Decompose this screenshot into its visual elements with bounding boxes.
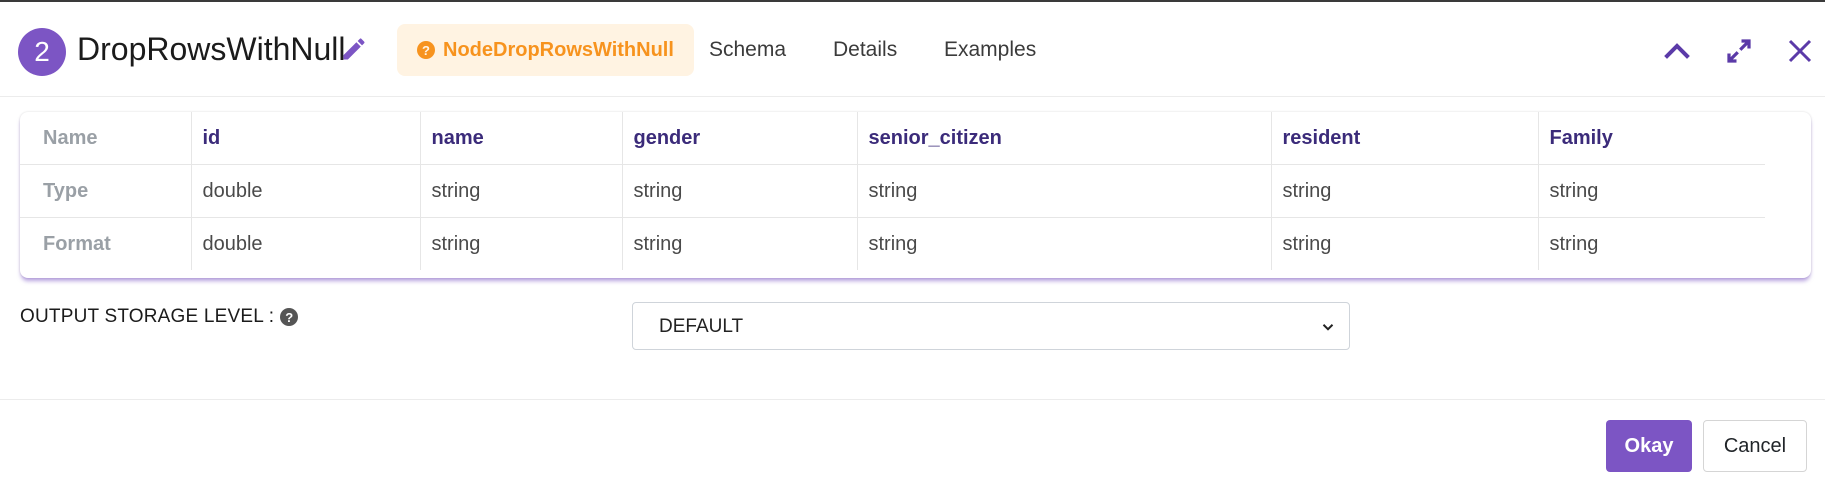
step-number-badge: 2 (18, 28, 66, 76)
column-type: string (1271, 164, 1539, 218)
tab-schema[interactable]: Schema (709, 38, 786, 62)
expand-icon[interactable] (1724, 36, 1754, 66)
storage-label-text: OUTPUT STORAGE LEVEL : (20, 306, 275, 327)
schema-table: Name id name gender senior_citizen resid… (20, 112, 1765, 270)
help-icon: ? (417, 41, 435, 59)
chevron-down-icon (1322, 324, 1334, 331)
storage-level-select[interactable]: DEFAULT (632, 302, 1350, 350)
column-format: string (1549, 232, 1599, 255)
column-type: string (1538, 164, 1765, 218)
node-header: 2 DropRowsWithNull ? NodeDropRowsWithNul… (0, 2, 1825, 97)
schema-table-card: Name id name gender senior_citizen resid… (20, 112, 1811, 278)
column-format: string (420, 217, 623, 270)
node-type-label: NodeDropRowsWithNull (443, 38, 674, 61)
column-type: string (420, 164, 623, 218)
column-name: Family (1538, 112, 1765, 165)
close-icon[interactable] (1785, 36, 1815, 66)
row-header: Type (20, 164, 192, 218)
column-format: double (191, 217, 421, 270)
node-title: DropRowsWithNull (77, 31, 346, 67)
row-header: Name (20, 112, 192, 165)
column-format: string (622, 217, 858, 270)
schema-row-format: Format double string string string strin… (20, 217, 1765, 270)
schema-row-name: Name id name gender senior_citizen resid… (20, 112, 1765, 165)
chevron-up-icon[interactable] (1662, 36, 1692, 66)
cancel-button[interactable]: Cancel (1703, 420, 1807, 472)
column-name: resident (1271, 112, 1539, 165)
column-type: double (191, 164, 421, 218)
tab-details[interactable]: Details (833, 38, 897, 62)
pencil-icon[interactable] (340, 35, 368, 63)
column-name: senior_citizen (857, 112, 1272, 165)
help-icon[interactable]: ? (280, 308, 299, 326)
tab-examples[interactable]: Examples (944, 38, 1036, 62)
row-header: Format (20, 217, 192, 270)
column-format: string (857, 217, 1272, 270)
output-storage-level-label: OUTPUT STORAGE LEVEL : ? (20, 306, 299, 328)
node-type-pill[interactable]: ? NodeDropRowsWithNull (397, 24, 694, 76)
column-name: id (191, 112, 421, 165)
footer-divider (0, 399, 1825, 400)
okay-button[interactable]: Okay (1606, 420, 1692, 472)
column-format: string (1271, 217, 1539, 270)
column-type: string (622, 164, 858, 218)
schema-row-type: Type double string string string string … (20, 164, 1765, 218)
column-type: string (857, 164, 1272, 218)
storage-level-value: DEFAULT (659, 316, 744, 337)
column-name: name (420, 112, 623, 165)
column-name: gender (622, 112, 858, 165)
